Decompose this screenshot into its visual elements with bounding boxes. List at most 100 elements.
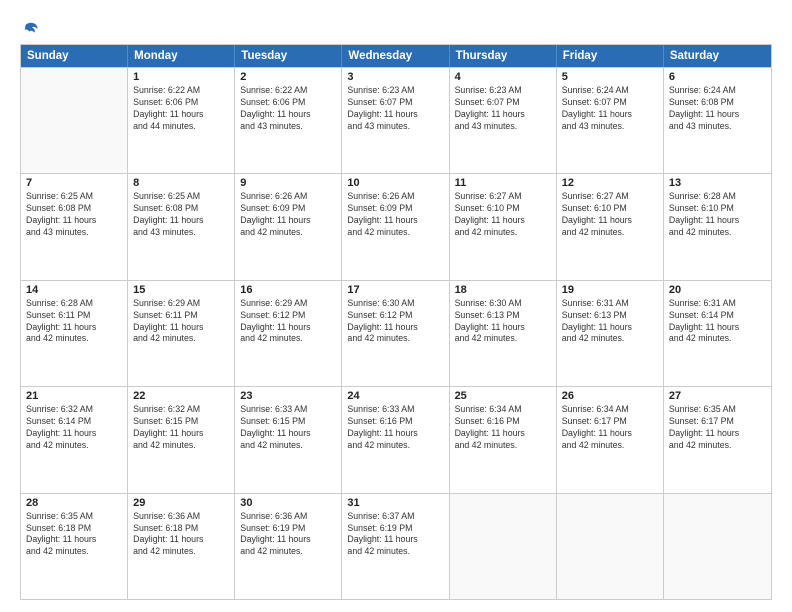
day-number: 30 xyxy=(240,497,336,509)
day-info: Sunrise: 6:31 AM Sunset: 6:14 PM Dayligh… xyxy=(669,298,766,346)
day-cell-20: 20 Sunrise: 6:31 AM Sunset: 6:14 PM Dayli… xyxy=(664,281,771,386)
day-number: 5 xyxy=(562,71,658,83)
day-info: Sunrise: 6:30 AM Sunset: 6:12 PM Dayligh… xyxy=(347,298,443,346)
day-number: 25 xyxy=(455,390,551,402)
day-info: Sunrise: 6:35 AM Sunset: 6:17 PM Dayligh… xyxy=(669,404,766,452)
day-cell-22: 22 Sunrise: 6:32 AM Sunset: 6:15 PM Dayli… xyxy=(128,387,235,492)
day-number: 15 xyxy=(133,284,229,296)
page: SundayMondayTuesdayWednesdayThursdayFrid… xyxy=(0,0,792,612)
day-number: 1 xyxy=(133,71,229,83)
day-cell-23: 23 Sunrise: 6:33 AM Sunset: 6:15 PM Dayli… xyxy=(235,387,342,492)
day-info: Sunrise: 6:28 AM Sunset: 6:10 PM Dayligh… xyxy=(669,191,766,239)
header-day-monday: Monday xyxy=(128,45,235,67)
day-number: 8 xyxy=(133,177,229,189)
day-number: 9 xyxy=(240,177,336,189)
week-row-3: 14Sunrise: 6:28 AM Sunset: 6:11 PM Dayli… xyxy=(21,280,771,386)
day-info: Sunrise: 6:33 AM Sunset: 6:15 PM Dayligh… xyxy=(240,404,336,452)
day-info: Sunrise: 6:23 AM Sunset: 6:07 PM Dayligh… xyxy=(455,85,551,133)
empty-cell xyxy=(21,68,128,173)
day-cell-19: 19 Sunrise: 6:31 AM Sunset: 6:13 PM Dayli… xyxy=(557,281,664,386)
day-cell-11: 11 Sunrise: 6:27 AM Sunset: 6:10 PM Dayli… xyxy=(450,174,557,279)
header-day-saturday: Saturday xyxy=(664,45,771,67)
day-cell-6: 6Sunrise: 6:24 AM Sunset: 6:08 PM Daylig… xyxy=(664,68,771,173)
day-number: 4 xyxy=(455,71,551,83)
day-number: 12 xyxy=(562,177,658,189)
day-number: 19 xyxy=(562,284,658,296)
empty-cell xyxy=(557,494,664,599)
day-cell-2: 2 Sunrise: 6:22 AM Sunset: 6:06 PM Daylig… xyxy=(235,68,342,173)
day-info: Sunrise: 6:23 AM Sunset: 6:07 PM Dayligh… xyxy=(347,85,443,133)
day-number: 23 xyxy=(240,390,336,402)
empty-cell xyxy=(450,494,557,599)
day-info: Sunrise: 6:22 AM Sunset: 6:06 PM Dayligh… xyxy=(240,85,336,133)
day-number: 24 xyxy=(347,390,443,402)
logo-bird-icon xyxy=(22,20,40,38)
header-day-sunday: Sunday xyxy=(21,45,128,67)
header-day-tuesday: Tuesday xyxy=(235,45,342,67)
day-info: Sunrise: 6:25 AM Sunset: 6:08 PM Dayligh… xyxy=(26,191,122,239)
day-info: Sunrise: 6:37 AM Sunset: 6:19 PM Dayligh… xyxy=(347,511,443,559)
day-cell-13: 13Sunrise: 6:28 AM Sunset: 6:10 PM Dayli… xyxy=(664,174,771,279)
day-cell-29: 29 Sunrise: 6:36 AM Sunset: 6:18 PM Dayli… xyxy=(128,494,235,599)
calendar-body: 1 Sunrise: 6:22 AM Sunset: 6:06 PM Daylig… xyxy=(21,67,771,599)
day-cell-25: 25Sunrise: 6:34 AM Sunset: 6:16 PM Dayli… xyxy=(450,387,557,492)
day-cell-16: 16 Sunrise: 6:29 AM Sunset: 6:12 PM Dayli… xyxy=(235,281,342,386)
day-info: Sunrise: 6:24 AM Sunset: 6:08 PM Dayligh… xyxy=(669,85,766,133)
day-number: 7 xyxy=(26,177,122,189)
header-day-thursday: Thursday xyxy=(450,45,557,67)
day-number: 11 xyxy=(455,177,551,189)
header-day-friday: Friday xyxy=(557,45,664,67)
day-number: 28 xyxy=(26,497,122,509)
day-info: Sunrise: 6:33 AM Sunset: 6:16 PM Dayligh… xyxy=(347,404,443,452)
day-cell-26: 26Sunrise: 6:34 AM Sunset: 6:17 PM Dayli… xyxy=(557,387,664,492)
empty-cell xyxy=(664,494,771,599)
day-cell-24: 24 Sunrise: 6:33 AM Sunset: 6:16 PM Dayli… xyxy=(342,387,449,492)
day-info: Sunrise: 6:29 AM Sunset: 6:11 PM Dayligh… xyxy=(133,298,229,346)
calendar: SundayMondayTuesdayWednesdayThursdayFrid… xyxy=(20,44,772,600)
day-info: Sunrise: 6:32 AM Sunset: 6:15 PM Dayligh… xyxy=(133,404,229,452)
day-cell-3: 3 Sunrise: 6:23 AM Sunset: 6:07 PM Daylig… xyxy=(342,68,449,173)
day-cell-1: 1 Sunrise: 6:22 AM Sunset: 6:06 PM Daylig… xyxy=(128,68,235,173)
day-cell-27: 27 Sunrise: 6:35 AM Sunset: 6:17 PM Dayli… xyxy=(664,387,771,492)
header-day-wednesday: Wednesday xyxy=(342,45,449,67)
day-info: Sunrise: 6:24 AM Sunset: 6:07 PM Dayligh… xyxy=(562,85,658,133)
day-cell-21: 21 Sunrise: 6:32 AM Sunset: 6:14 PM Dayli… xyxy=(21,387,128,492)
day-cell-28: 28 Sunrise: 6:35 AM Sunset: 6:18 PM Dayli… xyxy=(21,494,128,599)
day-cell-9: 9 Sunrise: 6:26 AM Sunset: 6:09 PM Daylig… xyxy=(235,174,342,279)
day-info: Sunrise: 6:34 AM Sunset: 6:17 PM Dayligh… xyxy=(562,404,658,452)
day-info: Sunrise: 6:35 AM Sunset: 6:18 PM Dayligh… xyxy=(26,511,122,559)
day-number: 14 xyxy=(26,284,122,296)
day-info: Sunrise: 6:36 AM Sunset: 6:18 PM Dayligh… xyxy=(133,511,229,559)
day-cell-4: 4 Sunrise: 6:23 AM Sunset: 6:07 PM Daylig… xyxy=(450,68,557,173)
week-row-2: 7 Sunrise: 6:25 AM Sunset: 6:08 PM Daylig… xyxy=(21,173,771,279)
day-number: 29 xyxy=(133,497,229,509)
day-info: Sunrise: 6:22 AM Sunset: 6:06 PM Dayligh… xyxy=(133,85,229,133)
day-info: Sunrise: 6:29 AM Sunset: 6:12 PM Dayligh… xyxy=(240,298,336,346)
week-row-5: 28 Sunrise: 6:35 AM Sunset: 6:18 PM Dayli… xyxy=(21,493,771,599)
day-info: Sunrise: 6:30 AM Sunset: 6:13 PM Dayligh… xyxy=(455,298,551,346)
day-number: 16 xyxy=(240,284,336,296)
day-cell-8: 8Sunrise: 6:25 AM Sunset: 6:08 PM Daylig… xyxy=(128,174,235,279)
day-number: 31 xyxy=(347,497,443,509)
day-cell-30: 30 Sunrise: 6:36 AM Sunset: 6:19 PM Dayli… xyxy=(235,494,342,599)
day-number: 10 xyxy=(347,177,443,189)
logo xyxy=(20,20,40,38)
day-number: 2 xyxy=(240,71,336,83)
day-info: Sunrise: 6:36 AM Sunset: 6:19 PM Dayligh… xyxy=(240,511,336,559)
calendar-header-row: SundayMondayTuesdayWednesdayThursdayFrid… xyxy=(21,45,771,67)
day-number: 3 xyxy=(347,71,443,83)
week-row-1: 1 Sunrise: 6:22 AM Sunset: 6:06 PM Daylig… xyxy=(21,67,771,173)
day-number: 22 xyxy=(133,390,229,402)
day-cell-15: 15 Sunrise: 6:29 AM Sunset: 6:11 PM Dayli… xyxy=(128,281,235,386)
day-number: 20 xyxy=(669,284,766,296)
day-number: 17 xyxy=(347,284,443,296)
day-number: 27 xyxy=(669,390,766,402)
day-info: Sunrise: 6:31 AM Sunset: 6:13 PM Dayligh… xyxy=(562,298,658,346)
day-info: Sunrise: 6:26 AM Sunset: 6:09 PM Dayligh… xyxy=(240,191,336,239)
day-info: Sunrise: 6:27 AM Sunset: 6:10 PM Dayligh… xyxy=(455,191,551,239)
day-info: Sunrise: 6:32 AM Sunset: 6:14 PM Dayligh… xyxy=(26,404,122,452)
day-info: Sunrise: 6:27 AM Sunset: 6:10 PM Dayligh… xyxy=(562,191,658,239)
day-number: 21 xyxy=(26,390,122,402)
day-cell-12: 12 Sunrise: 6:27 AM Sunset: 6:10 PM Dayli… xyxy=(557,174,664,279)
day-number: 18 xyxy=(455,284,551,296)
